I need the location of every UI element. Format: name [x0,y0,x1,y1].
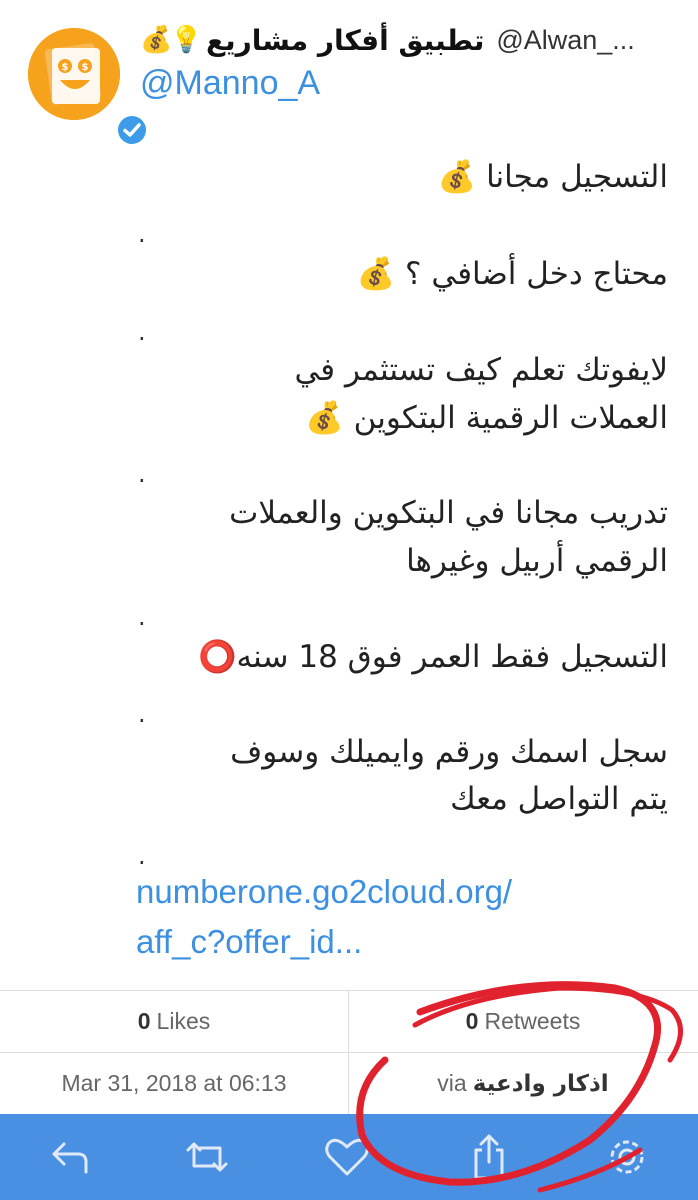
tweet-separator: . [138,318,146,346]
tweet-line: العملات الرقمية البتكوين 💰 [305,400,668,436]
share-button[interactable] [462,1130,516,1184]
reply-icon [52,1142,88,1174]
tweet-line: لايفوتك تعلم كيف تستثمر في [294,352,668,388]
like-icon [325,1138,369,1176]
svg-text:$: $ [82,62,89,73]
tweet-separator: . [138,460,146,488]
tweet-separator: . [138,700,146,728]
settings-button[interactable] [600,1130,654,1184]
date-text: Mar 31, 2018 at 06:13 [61,1070,287,1096]
tweet-line: الرقمي أربيل وغيرها [406,543,668,579]
tweet-line: سجل اسمك ورقم وايميلك وسوف [230,734,668,770]
retweet-icon [186,1142,228,1172]
retweets-count: 0 [465,1008,479,1034]
user-handle[interactable]: @Manno_A [140,64,320,103]
tweet-separator: . [138,220,146,248]
tweet-link-line2[interactable]: aff_c?offer_id... [136,923,362,961]
share-icon [474,1134,504,1180]
tweet-date: Mar 31, 2018 at 06:13 [0,1053,348,1114]
alt-handle[interactable]: @Alwan_... [496,25,634,56]
action-toolbar [0,1114,698,1200]
tweet-line: يتم التواصل معك [450,781,668,817]
tweet-separator: . [138,842,146,870]
tweet-line: محتاج دخل أضافي ؟ 💰 [356,256,668,292]
retweets-label: Retweets [484,1008,581,1034]
tweet-header: $ $ 💰 💡 تطبيق أفكار مشاريع @Alwan_... @M… [0,0,698,148]
tweet-line: التسجيل مجانا 💰 [437,159,668,195]
avatar[interactable]: $ $ [28,28,150,148]
tweet-line: التسجيل فقط العمر فوق 18 سنه⭕️ [197,639,668,675]
via-source[interactable]: via اذكار وادعية [349,1053,697,1114]
name-row: 💰 💡 تطبيق أفكار مشاريع @Alwan_... [140,18,685,62]
reply-button[interactable] [44,1130,98,1184]
via-label: via [437,1070,467,1096]
money-bag-icon: 💰 [140,25,173,55]
via-source-name: اذكار وادعية [472,1070,609,1097]
display-name[interactable]: تطبيق أفكار مشاريع [206,24,484,57]
stats-divider-vertical [348,991,349,1115]
likes-stat[interactable]: 0 Likes [0,991,348,1052]
tweet-link-line1[interactable]: numberone.go2cloud.org/ [136,873,512,911]
likes-label: Likes [156,1008,211,1034]
verified-badge-icon [114,112,150,148]
likes-count: 0 [137,1008,151,1034]
retweet-button[interactable] [180,1130,234,1184]
lightbulb-icon: 💡 [170,25,203,55]
like-button[interactable] [320,1130,374,1184]
settings-icon [610,1140,644,1174]
retweets-stat[interactable]: 0 Retweets [349,991,697,1052]
svg-text:$: $ [62,62,69,73]
tweet-stats: 0 Likes 0 Retweets Mar 31, 2018 at 06:13… [0,990,698,1115]
money-face-logo-icon: $ $ [28,28,120,120]
tweet-line: تدريب مجانا في البتكوين والعملات [229,495,668,531]
tweet-separator: . [138,603,146,631]
stats-divider-horizontal [0,1052,698,1053]
